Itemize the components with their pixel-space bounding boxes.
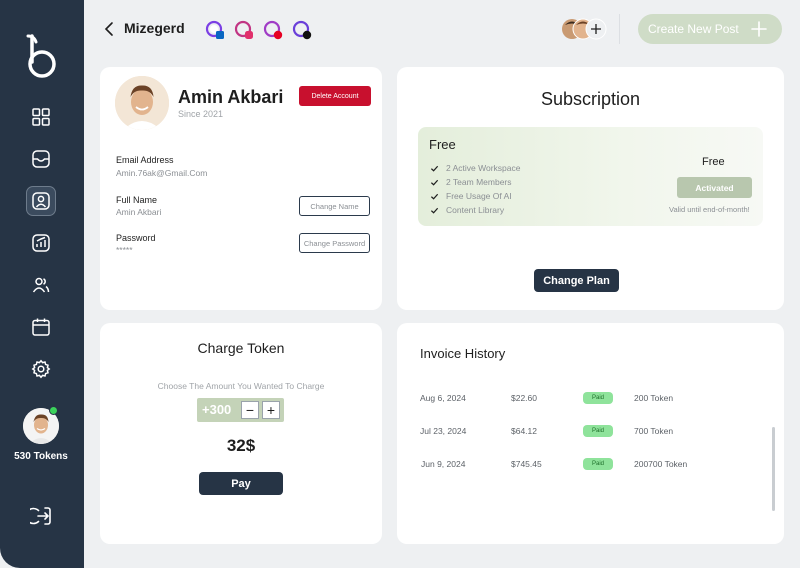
sidebar-item-inbox[interactable] [26, 144, 56, 174]
sidebar-item-team[interactable] [26, 270, 56, 300]
invoice-tokens: 200700 Token [634, 459, 688, 469]
create-new-post-label: Create New Post [648, 22, 739, 36]
invoice-scrollbar[interactable] [772, 427, 775, 511]
token-amount-value: +300 [202, 402, 232, 417]
invoice-date: Aug 6, 2024 [420, 393, 466, 403]
charge-price: 32$ [226, 436, 256, 455]
plan-feature: Content Library [430, 205, 504, 215]
subscription-card: Subscription Free 2 Active Workspace 2 T… [397, 67, 784, 310]
plan-feature: 2 Team Members [430, 177, 512, 187]
plus-icon [751, 21, 767, 37]
header-divider [619, 14, 620, 44]
change-password-button[interactable]: Change Password [299, 233, 370, 253]
invoice-amount: $22.60 [511, 393, 537, 403]
check-icon [430, 207, 439, 214]
inbox-icon [32, 150, 50, 168]
member-since: Since 2021 [178, 109, 224, 119]
current-plan-box: Free 2 Active Workspace 2 Team Members F… [418, 127, 763, 226]
fullname-label: Full Name [116, 195, 158, 205]
grid-icon [32, 108, 50, 126]
table-row[interactable]: Jul 23, 2024 $64.12 Paid 700 Token [397, 423, 784, 443]
chart-icon [32, 234, 50, 252]
email-value: Amin.76ak@Gmail.Com [116, 168, 208, 178]
workspace-name[interactable]: Mizegerd [124, 20, 185, 36]
invoice-date: Jun 9, 2024 [421, 459, 466, 469]
table-row[interactable]: Aug 6, 2024 $22.60 Paid 200 Token [397, 390, 784, 410]
subscription-title: Subscription [540, 89, 641, 109]
users-icon [32, 277, 50, 293]
password-label: Password [116, 233, 156, 243]
plan-validity: Valid until end-of-month! [669, 205, 750, 214]
status-badge: Paid [583, 425, 613, 437]
check-icon [430, 179, 439, 186]
create-new-post-button[interactable]: Create New Post [638, 14, 782, 44]
user-photo-icon [115, 76, 169, 130]
fullname-value: Amin Akbari [116, 207, 162, 217]
team-avatars[interactable] [562, 17, 608, 41]
charge-token-hint: Choose The Amount You Wanted To Charge [157, 381, 325, 391]
delete-account-button[interactable]: Delete Account [299, 86, 371, 106]
invoice-tokens: 200 Token [634, 393, 674, 403]
check-icon [430, 165, 439, 172]
table-row[interactable]: Jun 9, 2024 $745.45 Paid 200700 Token [397, 456, 784, 476]
pinterest-account-icon[interactable] [262, 19, 284, 41]
change-name-button[interactable]: Change Name [299, 196, 370, 216]
plan-feature-text: 2 Active Workspace [446, 163, 521, 173]
email-label: Email Address [116, 155, 174, 165]
invoice-date: Jul 23, 2024 [420, 426, 467, 436]
gear-icon [31, 359, 51, 379]
invoice-amount: $745.45 [511, 459, 542, 469]
sidebar-item-profile[interactable] [26, 186, 56, 216]
plan-feature: Free Usage Of AI [430, 191, 512, 201]
instagram-account-icon[interactable] [233, 19, 255, 41]
plan-status-badge: Activated [677, 177, 752, 198]
online-status-dot [49, 406, 58, 415]
change-plan-button[interactable]: Change Plan [534, 269, 619, 292]
decrease-button[interactable]: − [241, 401, 259, 419]
check-icon [430, 193, 439, 200]
invoice-history-title: Invoice History [420, 346, 506, 361]
pay-button[interactable]: Pay [199, 472, 283, 495]
chevron-left-icon[interactable] [102, 20, 118, 38]
tiktok-account-icon[interactable] [291, 19, 313, 41]
sidebar-item-settings[interactable] [26, 354, 56, 384]
user-icon [32, 192, 50, 210]
linkedin-account-icon[interactable] [204, 19, 226, 41]
increase-button[interactable]: + [262, 401, 280, 419]
b-logo-icon[interactable] [24, 32, 60, 80]
token-amount-stepper: +300 − + [197, 398, 284, 422]
sidebar-item-dashboard[interactable] [26, 102, 56, 132]
profile-name: Amin Akbari [178, 87, 284, 107]
status-badge: Paid [583, 392, 613, 404]
plan-name: Free [429, 137, 456, 152]
calendar-icon [32, 318, 50, 336]
charge-token-title: Charge Token [197, 340, 285, 356]
invoice-amount: $64.12 [511, 426, 537, 436]
sidebar-item-analytics[interactable] [26, 228, 56, 258]
password-value: ***** [116, 245, 133, 255]
plan-feature-text: 2 Team Members [446, 177, 512, 187]
status-badge: Paid [583, 458, 613, 470]
sidebar: 530 Tokens [0, 0, 84, 568]
profile-avatar[interactable] [115, 76, 169, 130]
header: Mizegerd Create New Post [84, 0, 800, 60]
charge-token-card: Charge Token Choose The Amount You Wante… [100, 323, 382, 544]
plan-feature-text: Free Usage Of AI [446, 191, 512, 201]
invoice-history-card: Invoice History Aug 6, 2024 $22.60 Paid … [397, 323, 784, 544]
plan-price: Free [702, 156, 725, 168]
token-balance: 530 Tokens [14, 451, 68, 462]
sidebar-item-calendar[interactable] [26, 312, 56, 342]
plan-feature-text: Content Library [446, 205, 505, 215]
invoice-tokens: 700 Token [634, 426, 674, 436]
profile-card: Amin Akbari Since 2021 Delete Account Em… [100, 67, 382, 310]
plan-feature: 2 Active Workspace [430, 163, 521, 173]
logout-icon[interactable] [30, 504, 54, 528]
